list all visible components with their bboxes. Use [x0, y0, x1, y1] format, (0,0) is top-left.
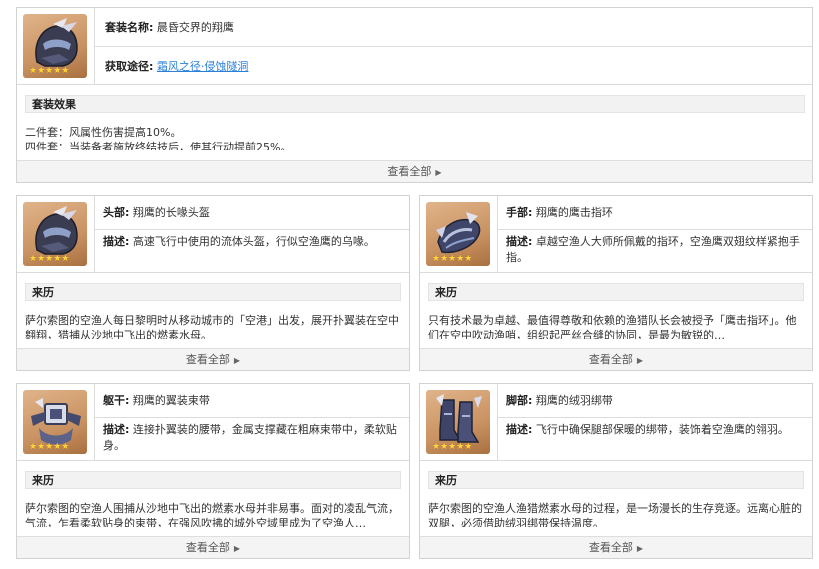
rarity-stars: ★★★★★ [432, 442, 473, 452]
piece-history-text: 只有技术最为卓越、最值得尊敬和依赖的渔猎队长会被授予「鹰击指环」。他们在空中吹动… [428, 314, 797, 339]
piece-view-all-button[interactable]: 查看全部 ▶ [17, 536, 409, 558]
piece-desc-row: 描述: 连接扑翼装的腰带，金属支撑藏在粗麻束带中，柔软贴身。 [103, 422, 399, 454]
caret-right-icon: ▶ [233, 544, 241, 553]
piece-slot-label: 脚部: [506, 394, 533, 407]
piece-desc-row: 描述: 卓越空渔人大师所佩戴的指环，空渔鹰双翅纹样紧抱手指。 [506, 234, 802, 266]
piece-slot-row: 躯干: 翔鹰的翼装束带 [103, 392, 210, 409]
piece-desc-text: 高速飞行中使用的流体头盔，行似空渔鹰的乌喙。 [132, 235, 375, 248]
piece-desc-text: 连接扑翼装的腰带，金属支撑藏在粗麻束带中，柔软贴身。 [103, 423, 397, 452]
piece-history-text: 萨尔索图的空渔人渔猎燃素水母的过程，是一场漫长的生存竞逐。远离心脏的双腿，必须借… [428, 502, 802, 527]
piece-card-hands: ★★★★★ 手部: 翔鹰的鹰击指环 描述: 卓越空渔人大师所佩戴的指环，空渔鹰双… [419, 195, 813, 371]
piece-slot-label: 躯干: [103, 394, 130, 407]
set-icon[interactable]: ★★★★★ [23, 14, 87, 78]
piece-icon[interactable]: ★★★★★ [426, 202, 490, 266]
set-name-value: 晨昏交界的翔鹰 [156, 21, 234, 34]
piece-slot-row: 手部: 翔鹰的鹰击指环 [506, 204, 613, 221]
piece-icon[interactable]: ★★★★★ [426, 390, 490, 454]
piece-view-all-button[interactable]: 查看全部 ▶ [17, 348, 409, 370]
rarity-stars: ★★★★★ [29, 442, 70, 452]
set-source-label: 获取途径: [105, 60, 154, 73]
caret-right-icon: ▶ [636, 356, 644, 365]
piece-history-header: 来历 [428, 283, 804, 301]
set-effect-4pc: 四件套：当装备者施放终结技后，使其行动提前25%。 [25, 141, 292, 150]
piece-icon[interactable]: ★★★★★ [23, 390, 87, 454]
piece-name: 翔鹰的鹰击指环 [535, 206, 613, 219]
piece-card-head: ★★★★★ 头部: 翔鹰的长喙头盔 描述: 高速飞行中使用的流体头盔，行似空渔鹰… [16, 195, 410, 371]
piece-slot-label: 头部: [103, 206, 130, 219]
piece-desc-label: 描述: [506, 423, 533, 436]
piece-card-feet: ★★★★★ 脚部: 翔鹰的绒羽绑带 描述: 飞行中确保腿部保暖的绑带，装饰着空渔… [419, 383, 813, 559]
rarity-stars: ★★★★★ [432, 254, 473, 264]
caret-right-icon: ▶ [636, 544, 644, 553]
piece-slot-row: 头部: 翔鹰的长喙头盔 [103, 204, 210, 221]
piece-desc-text: 卓越空渔人大师所佩戴的指环，空渔鹰双翅纹样紧抱手指。 [506, 235, 800, 264]
piece-history-header: 来历 [428, 471, 804, 489]
piece-history-header: 来历 [25, 283, 401, 301]
piece-view-all-button[interactable]: 查看全部 ▶ [420, 348, 812, 370]
set-source-link[interactable]: 霜风之径·侵蚀隧洞 [157, 60, 249, 73]
piece-desc-row: 描述: 飞行中确保腿部保暖的绑带，装饰着空渔鹰的翎羽。 [506, 422, 802, 438]
set-view-all-button[interactable]: 查看全部 ▶ [17, 160, 812, 182]
piece-slot-row: 脚部: 翔鹰的绒羽绑带 [506, 392, 613, 409]
caret-right-icon: ▶ [233, 356, 241, 365]
rarity-stars: ★★★★★ [29, 66, 70, 76]
set-name-label: 套装名称: [105, 21, 154, 34]
piece-history-text: 萨尔索图的空渔人围捕从沙地中飞出的燃素水母并非易事。面对的凌乱气流，气流，乍看柔… [25, 502, 399, 527]
piece-name: 翔鹰的翼装束带 [132, 394, 210, 407]
piece-desc-label: 描述: [103, 235, 130, 248]
piece-history-header: 来历 [25, 471, 401, 489]
piece-history-text: 萨尔索图的空渔人每日黎明时从移动城市的「空港」出发，展开扑翼装在空中翱翔，猎捕从… [25, 314, 399, 339]
caret-right-icon: ▶ [435, 168, 442, 177]
piece-name: 翔鹰的绒羽绑带 [535, 394, 613, 407]
set-name-row: 套装名称: 晨昏交界的翔鹰 [105, 19, 234, 36]
piece-slot-label: 手部: [506, 206, 533, 219]
rarity-stars: ★★★★★ [29, 254, 70, 264]
set-effects-header: 套装效果 [25, 95, 805, 113]
set-card: ★★★★★ 套装名称: 晨昏交界的翔鹰 获取途径: 霜风之径·侵蚀隧洞 套装效果… [16, 7, 813, 183]
piece-desc-row: 描述: 高速飞行中使用的流体头盔，行似空渔鹰的乌喙。 [103, 234, 399, 250]
set-effect-2pc: 二件套：风属性伤害提高10%。 [25, 126, 182, 139]
piece-view-all-button[interactable]: 查看全部 ▶ [420, 536, 812, 558]
piece-desc-label: 描述: [103, 423, 130, 436]
piece-desc-label: 描述: [506, 235, 533, 248]
piece-desc-text: 飞行中确保腿部保暖的绑带，装饰着空渔鹰的翎羽。 [535, 423, 789, 436]
piece-name: 翔鹰的长喙头盔 [132, 206, 210, 219]
piece-icon[interactable]: ★★★★★ [23, 202, 87, 266]
piece-card-body: ★★★★★ 躯干: 翔鹰的翼装束带 描述: 连接扑翼装的腰带，金属支撑藏在粗麻束… [16, 383, 410, 559]
set-source-row: 获取途径: 霜风之径·侵蚀隧洞 [105, 58, 248, 75]
